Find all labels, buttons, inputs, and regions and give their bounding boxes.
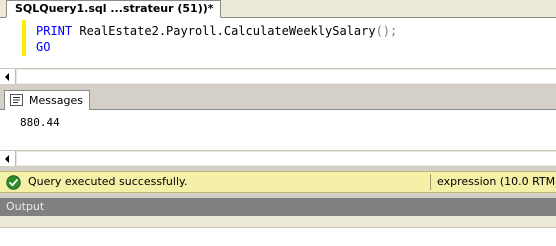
status-message: Query executed successfully. xyxy=(28,175,188,188)
editor-horizontal-scrollbar[interactable] xyxy=(0,68,556,84)
output-pane-header[interactable]: Output xyxy=(0,198,556,216)
messages-output[interactable]: 880.44 xyxy=(0,110,556,150)
code-line-1: PRINT RealEstate2.Payroll.CalculateWeekl… xyxy=(36,24,397,39)
editor-margin xyxy=(0,18,20,68)
code-suffix: (); xyxy=(375,24,398,38)
messages-icon xyxy=(10,94,23,106)
query-editor[interactable]: PRINT RealEstate2.Payroll.CalculateWeekl… xyxy=(0,18,556,68)
server-info: expression (10.0 RTM) xyxy=(437,175,556,188)
document-tabstrip: SQLQuery1.sql ...strateur (51))* xyxy=(0,0,556,18)
code-keyword: PRINT xyxy=(36,24,73,38)
code-expression: RealEstate2.Payroll.CalculateWeeklySalar… xyxy=(79,24,376,38)
status-divider xyxy=(430,174,431,190)
check-circle-icon xyxy=(6,175,21,190)
scroll-left-arrow-icon[interactable] xyxy=(0,69,16,84)
output-pane-title: Output xyxy=(6,200,45,213)
result-value: 880.44 xyxy=(20,116,60,129)
scrollbar-thumb[interactable] xyxy=(17,152,556,165)
tab-messages-label: Messages xyxy=(29,94,83,107)
document-tab[interactable]: SQLQuery1.sql ...strateur (51))* xyxy=(6,0,221,18)
results-horizontal-scrollbar[interactable] xyxy=(0,150,556,166)
tab-messages[interactable]: Messages xyxy=(4,90,90,111)
code-keyword: GO xyxy=(36,40,51,54)
query-status-bar: Query executed successfully. expression … xyxy=(0,171,556,193)
code-line-2: GO xyxy=(36,40,50,55)
results-tabstrip: Messages xyxy=(0,86,556,111)
scroll-left-arrow-icon[interactable] xyxy=(0,151,16,166)
change-indicator-bar xyxy=(22,20,26,56)
output-pane-body[interactable] xyxy=(0,216,556,246)
output-toolbar xyxy=(0,216,556,228)
scrollbar-thumb[interactable] xyxy=(17,70,556,83)
